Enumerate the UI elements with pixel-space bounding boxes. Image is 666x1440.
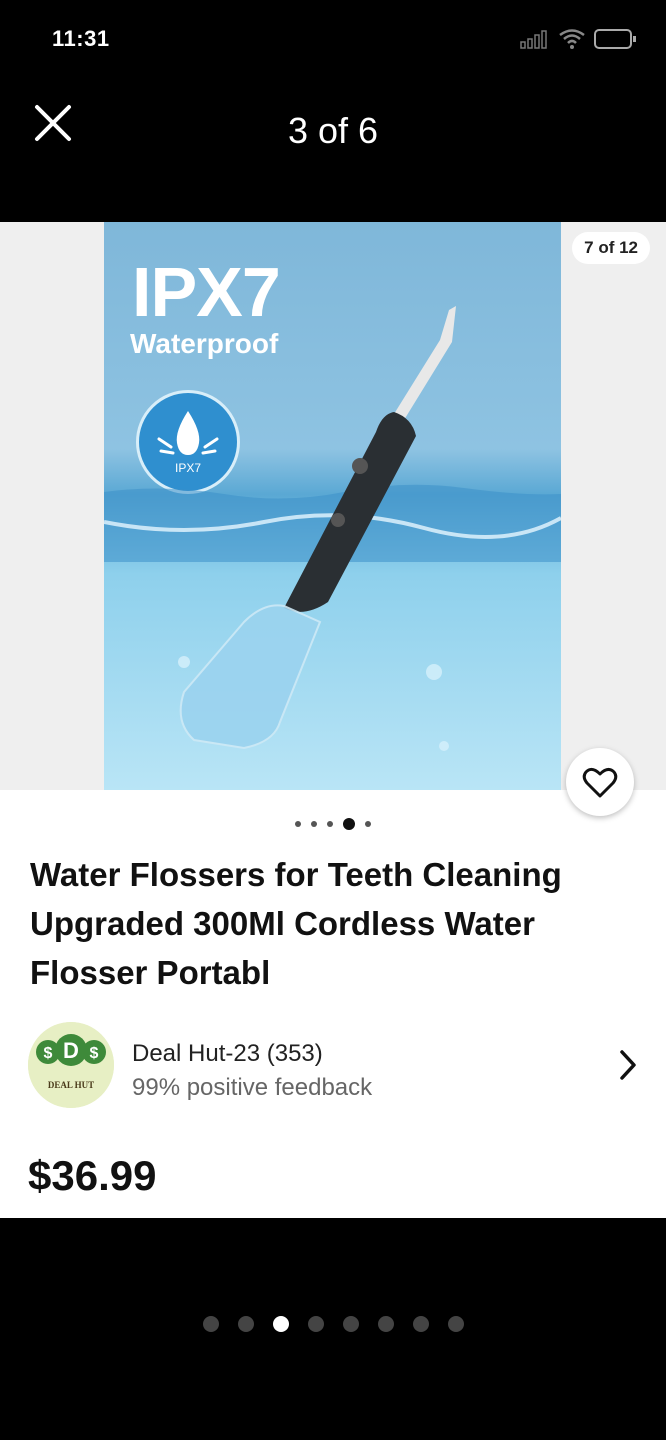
favorite-button[interactable] (566, 748, 634, 816)
svg-text:D: D (63, 1038, 79, 1063)
page-dot[interactable] (237, 1316, 254, 1332)
page-dot-active[interactable] (272, 1316, 289, 1332)
seller-name: Deal Hut-23 (353) (132, 1040, 323, 1067)
svg-text:$: $ (44, 1045, 53, 1062)
status-icons (520, 28, 638, 50)
carousel-dot-active[interactable] (343, 818, 355, 830)
status-time: 11:31 (52, 26, 110, 51)
product-price: $36.99 (28, 1152, 157, 1199)
carousel-dot[interactable] (311, 821, 317, 827)
product-title[interactable]: Water Flossers for Teeth Cleaning Upgrad… (30, 850, 640, 997)
wifi-icon (559, 29, 585, 49)
carousel-dot[interactable] (327, 821, 333, 827)
carousel-dot[interactable] (365, 821, 371, 827)
svg-text:$: $ (90, 1045, 99, 1062)
product-card[interactable]: IPX7 Waterproof IPX7 7 of 12 Water Floss… (0, 222, 666, 1218)
seller-logo-text: DEAL HUT (47, 1080, 95, 1090)
page-dot[interactable] (342, 1316, 359, 1332)
status-bar: 11:31 (0, 0, 666, 80)
image-carousel-dots[interactable] (0, 818, 666, 830)
page-dot[interactable] (447, 1316, 464, 1332)
flosser-illustration (104, 306, 561, 751)
seller-logo: $ D $ DEAL HUT (28, 1022, 114, 1108)
dollar-logo-icon: $ D $ (28, 1022, 114, 1108)
product-image[interactable]: IPX7 Waterproof IPX7 (104, 222, 561, 790)
page-dot[interactable] (202, 1316, 219, 1332)
viewer-header: 3 of 6 (0, 80, 666, 222)
signal-icon (520, 30, 547, 49)
carousel-dot[interactable] (295, 821, 301, 827)
chevron-right-icon[interactable] (618, 1048, 638, 1082)
page-dot[interactable] (377, 1316, 394, 1332)
page-dot[interactable] (307, 1316, 324, 1332)
seller-feedback: 99% positive feedback (132, 1074, 373, 1101)
page-title: 3 of 6 (287, 110, 379, 151)
page-indicator[interactable] (0, 1316, 666, 1332)
page-dot[interactable] (412, 1316, 429, 1332)
image-counter: 7 of 12 (572, 232, 650, 264)
seller-row[interactable]: $ D $ DEAL HUT Deal Hut-23 (353) 99% pos… (28, 1022, 638, 1112)
product-media[interactable]: IPX7 Waterproof IPX7 7 of 12 (0, 222, 666, 790)
battery-icon (594, 29, 636, 49)
heart-icon (582, 767, 618, 798)
